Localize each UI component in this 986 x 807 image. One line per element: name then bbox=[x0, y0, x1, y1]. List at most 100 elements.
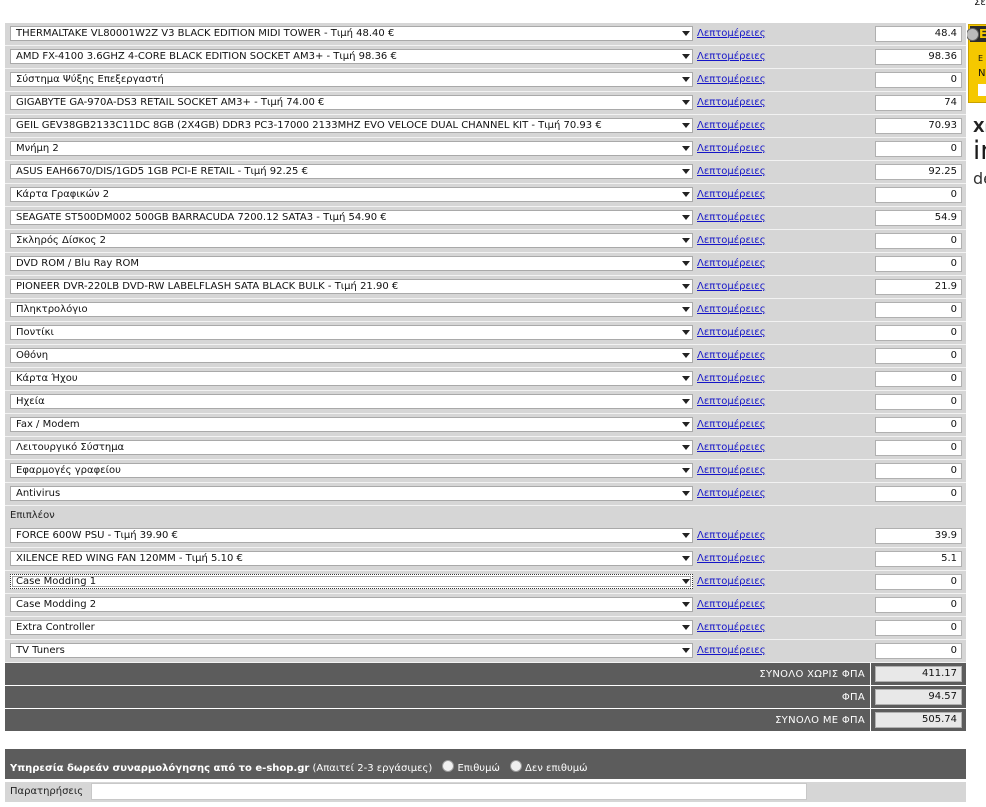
details-link[interactable]: Λεπτομέρειες bbox=[697, 143, 766, 154]
details-link[interactable]: Λεπτομέρειες bbox=[697, 350, 766, 361]
component-select[interactable]: Ποντίκι bbox=[10, 325, 693, 340]
component-select[interactable]: Extra Controller bbox=[10, 620, 693, 635]
details-link[interactable]: Λεπτομέρειες bbox=[697, 465, 766, 476]
table-row: Εφαρμογές γραφείου Λεπτομέρειες 0 bbox=[5, 460, 966, 483]
component-select[interactable]: Σύστημα Ψύξης Επεξεργαστή bbox=[10, 72, 693, 87]
component-select[interactable]: FORCE 600W PSU - Τιμή 39.90 € bbox=[10, 528, 693, 543]
details-link[interactable]: Λεπτομέρειες bbox=[697, 488, 766, 499]
chevron-down-icon[interactable] bbox=[682, 625, 690, 630]
row-main-cell: DVD ROM / Blu Ray ROM Λεπτομέρειες bbox=[5, 253, 870, 276]
component-select[interactable]: Case Modding 2 bbox=[10, 597, 693, 612]
side-big-text-3: de bbox=[973, 169, 986, 188]
table-row: Οθόνη Λεπτομέρειες 0 bbox=[5, 345, 966, 368]
chevron-down-icon[interactable] bbox=[682, 238, 690, 243]
details-link[interactable]: Λεπτομέρειες bbox=[697, 622, 766, 633]
details-link[interactable]: Λεπτομέρειες bbox=[697, 120, 766, 131]
details-link[interactable]: Λεπτομέρειες bbox=[697, 599, 766, 610]
details-link[interactable]: Λεπτομέρειες bbox=[697, 419, 766, 430]
component-select[interactable]: SEAGATE ST500DM002 500GB BARRACUDA 7200.… bbox=[10, 210, 693, 225]
details-link[interactable]: Λεπτομέρειες bbox=[697, 327, 766, 338]
component-select[interactable]: XILENCE RED WING FAN 120MM - Τιμή 5.10 € bbox=[10, 551, 693, 566]
component-select[interactable]: Κάρτα Ήχου bbox=[10, 371, 693, 386]
radio-assembly-yes[interactable] bbox=[442, 760, 455, 772]
row-price-cell: 0 bbox=[871, 640, 966, 663]
details-link[interactable]: Λεπτομέρειες bbox=[697, 304, 766, 315]
chevron-down-icon[interactable] bbox=[682, 261, 690, 266]
details-link[interactable]: Λεπτομέρειες bbox=[697, 235, 766, 246]
component-select[interactable]: Ηχεία bbox=[10, 394, 693, 409]
chevron-down-icon[interactable] bbox=[682, 307, 690, 312]
details-link[interactable]: Λεπτομέρειες bbox=[697, 553, 766, 564]
chevron-down-icon[interactable] bbox=[682, 123, 690, 128]
radio-assembly-no[interactable] bbox=[510, 760, 523, 772]
chevron-down-icon[interactable] bbox=[682, 445, 690, 450]
chevron-down-icon[interactable] bbox=[682, 100, 690, 105]
component-select[interactable]: Πληκτρολόγιο bbox=[10, 302, 693, 317]
details-link[interactable]: Λεπτομέρειες bbox=[697, 189, 766, 200]
chevron-down-icon[interactable] bbox=[682, 533, 690, 538]
details-link[interactable]: Λεπτομέρειες bbox=[697, 166, 766, 177]
details-link[interactable]: Λεπτομέρειες bbox=[697, 74, 766, 85]
table-row: XILENCE RED WING FAN 120MM - Τιμή 5.10 €… bbox=[5, 548, 966, 571]
details-link[interactable]: Λεπτομέρειες bbox=[697, 212, 766, 223]
chevron-down-icon[interactable] bbox=[682, 169, 690, 174]
price-field: 0 bbox=[875, 417, 962, 433]
details-link[interactable]: Λεπτομέρειες bbox=[697, 51, 766, 62]
component-select[interactable]: ASUS EAH6670/DIS/1GD5 1GB PCI-E RETAIL -… bbox=[10, 164, 693, 179]
row-price-cell: 0 bbox=[871, 345, 966, 368]
assembly-yes-label[interactable]: Επιθυμώ bbox=[457, 763, 499, 774]
component-select[interactable]: Case Modding 1 bbox=[10, 574, 693, 589]
total-value-cell: 94.57 bbox=[871, 686, 966, 708]
chevron-down-icon[interactable] bbox=[682, 330, 690, 335]
notes-input[interactable] bbox=[91, 783, 807, 800]
chevron-down-icon[interactable] bbox=[682, 648, 690, 653]
details-link[interactable]: Λεπτομέρειες bbox=[697, 576, 766, 587]
chevron-down-icon[interactable] bbox=[682, 215, 690, 220]
component-select[interactable]: Εφαρμογές γραφείου bbox=[10, 463, 693, 478]
chevron-down-icon[interactable] bbox=[682, 602, 690, 607]
component-select[interactable]: Antivirus bbox=[10, 486, 693, 501]
component-select[interactable]: TV Tuners bbox=[10, 643, 693, 658]
component-select[interactable]: THERMALTAKE VL80001W2Z V3 BLACK EDITION … bbox=[10, 26, 693, 41]
details-link[interactable]: Λεπτομέρειες bbox=[697, 396, 766, 407]
details-link[interactable]: Λεπτομέρειες bbox=[697, 645, 766, 656]
details-link[interactable]: Λεπτομέρειες bbox=[697, 442, 766, 453]
component-select[interactable]: GIGABYTE GA-970A-DS3 RETAIL SOCKET AM3+ … bbox=[10, 95, 693, 110]
chevron-down-icon[interactable] bbox=[682, 146, 690, 151]
chevron-down-icon[interactable] bbox=[682, 579, 690, 584]
component-select[interactable]: Σκληρός Δίσκος 2 bbox=[10, 233, 693, 248]
chevron-down-icon[interactable] bbox=[682, 353, 690, 358]
component-select[interactable]: GEIL GEV38GB2133C11DC 8GB (2X4GB) DDR3 P… bbox=[10, 118, 693, 133]
chevron-down-icon[interactable] bbox=[682, 376, 690, 381]
assembly-no-label[interactable]: Δεν επιθυμώ bbox=[525, 763, 587, 774]
chevron-down-icon[interactable] bbox=[682, 54, 690, 59]
chevron-down-icon[interactable] bbox=[682, 399, 690, 404]
component-select[interactable]: AMD FX-4100 3.6GHZ 4-CORE BLACK EDITION … bbox=[10, 49, 693, 64]
details-link[interactable]: Λεπτομέρειες bbox=[697, 373, 766, 384]
row-main-cell: GEIL GEV38GB2133C11DC 8GB (2X4GB) DDR3 P… bbox=[5, 115, 870, 138]
chevron-down-icon[interactable] bbox=[682, 192, 690, 197]
details-link[interactable]: Λεπτομέρειες bbox=[697, 97, 766, 108]
component-select[interactable]: Κάρτα Γραφικών 2 bbox=[10, 187, 693, 202]
chevron-down-icon[interactable] bbox=[682, 468, 690, 473]
chevron-down-icon[interactable] bbox=[682, 77, 690, 82]
chevron-down-icon[interactable] bbox=[682, 422, 690, 427]
details-link[interactable]: Λεπτομέρειες bbox=[697, 28, 766, 39]
component-select[interactable]: Λειτουργικό Σύστημα bbox=[10, 440, 693, 455]
component-select[interactable]: Μνήμη 2 bbox=[10, 141, 693, 156]
details-link[interactable]: Λεπτομέρειες bbox=[697, 258, 766, 269]
details-link[interactable]: Λεπτομέρειες bbox=[697, 530, 766, 541]
row-main-cell: Ποντίκι Λεπτομέρειες bbox=[5, 322, 870, 345]
chevron-down-icon[interactable] bbox=[682, 284, 690, 289]
chevron-down-icon[interactable] bbox=[682, 556, 690, 561]
select-value: Λειτουργικό Σύστημα bbox=[16, 442, 125, 453]
chevron-down-icon[interactable] bbox=[682, 31, 690, 36]
component-select[interactable]: Οθόνη bbox=[10, 348, 693, 363]
component-select[interactable]: Fax / Modem bbox=[10, 417, 693, 432]
table-row: Κάρτα Ήχου Λεπτομέρειες 0 bbox=[5, 368, 966, 391]
chevron-down-icon[interactable] bbox=[682, 491, 690, 496]
component-select[interactable]: DVD ROM / Blu Ray ROM bbox=[10, 256, 693, 271]
details-link[interactable]: Λεπτομέρειες bbox=[697, 281, 766, 292]
component-select[interactable]: PIONEER DVR-220LB DVD-RW LABELFLASH SATA… bbox=[10, 279, 693, 294]
select-value: Εφαρμογές γραφείου bbox=[16, 465, 121, 476]
